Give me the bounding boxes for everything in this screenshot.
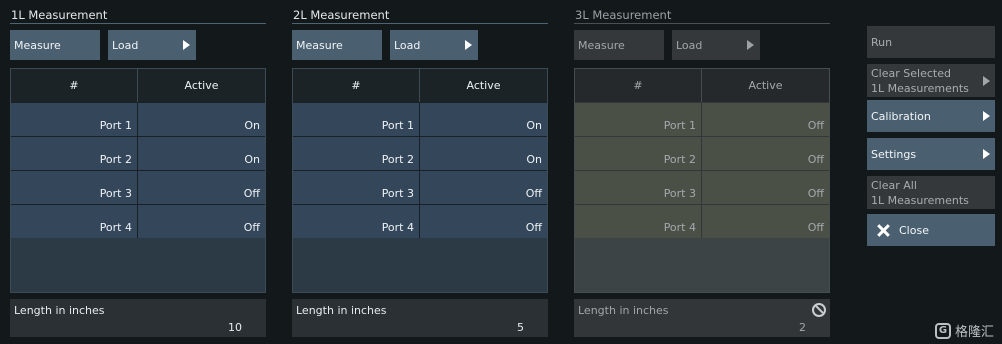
length-label: Length in inches xyxy=(578,304,669,317)
table-row: Port 2 Off xyxy=(575,136,829,170)
load-button-label: Load xyxy=(112,38,139,52)
column-header-number: # xyxy=(293,69,420,102)
chevron-right-icon xyxy=(465,40,472,50)
length-value[interactable]: 10 xyxy=(228,321,242,334)
port-cell: Port 1 xyxy=(11,103,138,136)
load-button[interactable]: Load xyxy=(390,30,478,60)
close-label: Close xyxy=(899,223,929,237)
table-row[interactable]: Port 2 On xyxy=(11,136,265,170)
length-label: Length in inches xyxy=(296,304,387,317)
close-icon xyxy=(877,224,890,237)
panel-title: 3L Measurement xyxy=(574,8,830,24)
watermark-logo-icon: G xyxy=(934,322,951,339)
column-header-active: Active xyxy=(702,69,829,102)
clear-all-label-line1: Clear All xyxy=(871,178,917,192)
watermark: G 格隆汇 xyxy=(934,321,994,340)
watermark-text: 格隆汇 xyxy=(954,325,994,340)
measure-button[interactable]: Measure xyxy=(10,30,100,60)
run-button: Run xyxy=(867,26,995,58)
chevron-right-icon xyxy=(983,75,990,86)
table-row[interactable]: Port 1 On xyxy=(293,102,547,136)
measure-button: Measure xyxy=(574,30,664,60)
port-cell: Port 3 xyxy=(575,171,702,204)
measure-button-label: Measure xyxy=(578,38,625,52)
close-button[interactable]: Close xyxy=(867,214,995,246)
panel-3l-measurement: 3L Measurement Measure Load # Active Por… xyxy=(574,8,830,337)
state-cell: Off xyxy=(702,137,829,170)
port-cell: Port 4 xyxy=(575,205,702,238)
load-button-label: Load xyxy=(676,38,703,52)
port-cell: Port 4 xyxy=(11,205,138,238)
clear-selected-label-line2: 1L Measurements xyxy=(871,81,969,95)
port-cell: Port 2 xyxy=(575,137,702,170)
load-button: Load xyxy=(672,30,760,60)
clear-all-label-line2: 1L Measurements xyxy=(871,193,969,207)
measure-button[interactable]: Measure xyxy=(292,30,382,60)
table-row[interactable]: Port 3 Off xyxy=(11,170,265,204)
column-header-number: # xyxy=(575,69,702,102)
clear-selected-button: Clear Selected 1L Measurements xyxy=(867,64,995,97)
port-cell: Port 4 xyxy=(293,205,420,238)
column-header-number: # xyxy=(11,69,138,102)
no-entry-icon xyxy=(812,303,826,317)
load-button-label: Load xyxy=(394,38,421,52)
chevron-right-icon xyxy=(183,40,190,50)
ports-table: # Active Port 1 On Port 2 On Port 3 Off Por… xyxy=(10,68,266,293)
state-cell[interactable]: On xyxy=(420,103,547,136)
panel-title: 2L Measurement xyxy=(292,8,548,24)
panel-title: 1L Measurement xyxy=(10,8,266,24)
panel-2l-measurement: 2L Measurement Measure Load # Active Por… xyxy=(292,8,548,337)
chevron-right-icon xyxy=(983,111,990,121)
state-cell[interactable]: On xyxy=(420,137,547,170)
settings-button[interactable]: Settings xyxy=(867,138,995,170)
table-row: Port 4 Off xyxy=(575,204,829,238)
port-cell: Port 2 xyxy=(293,137,420,170)
measure-button-label: Measure xyxy=(296,38,343,52)
side-toolbar: Run Clear Selected 1L Measurements Calib… xyxy=(867,26,995,246)
port-cell: Port 1 xyxy=(293,103,420,136)
load-button[interactable]: Load xyxy=(108,30,196,60)
table-row[interactable]: Port 4 Off xyxy=(293,204,547,238)
state-cell[interactable]: Off xyxy=(420,171,547,204)
chevron-right-icon xyxy=(983,149,990,159)
state-cell: Off xyxy=(702,171,829,204)
table-row[interactable]: Port 3 Off xyxy=(293,170,547,204)
state-cell: Off xyxy=(702,103,829,136)
port-cell: Port 3 xyxy=(293,171,420,204)
measure-button-label: Measure xyxy=(14,38,61,52)
panel-1l-measurement: 1L Measurement Measure Load # Active Por… xyxy=(10,8,266,337)
length-label: Length in inches xyxy=(14,304,105,317)
ports-table: # Active Port 1 On Port 2 On Port 3 Off Por… xyxy=(292,68,548,293)
table-row[interactable]: Port 2 On xyxy=(293,136,547,170)
table-row: Port 3 Off xyxy=(575,170,829,204)
port-cell: Port 3 xyxy=(11,171,138,204)
chevron-right-icon xyxy=(747,40,754,50)
length-value: 2 xyxy=(799,321,806,334)
length-field: Length in inches 2 xyxy=(574,299,830,337)
state-cell[interactable]: On xyxy=(138,103,265,136)
ports-table: # Active Port 1 Off Port 2 Off Port 3 Off P… xyxy=(574,68,830,293)
calibration-label: Calibration xyxy=(871,109,931,123)
clear-all-button: Clear All 1L Measurements xyxy=(867,176,995,209)
clear-selected-label-line1: Clear Selected xyxy=(871,66,951,80)
state-cell: Off xyxy=(702,205,829,238)
column-header-active: Active xyxy=(138,69,265,102)
calibration-button[interactable]: Calibration xyxy=(867,100,995,132)
table-row[interactable]: Port 1 On xyxy=(11,102,265,136)
table-row: Port 1 Off xyxy=(575,102,829,136)
state-cell[interactable]: Off xyxy=(138,205,265,238)
length-field[interactable]: Length in inches 10 xyxy=(10,299,266,337)
settings-label: Settings xyxy=(871,147,917,161)
port-cell: Port 2 xyxy=(11,137,138,170)
state-cell[interactable]: On xyxy=(138,137,265,170)
port-cell: Port 1 xyxy=(575,103,702,136)
state-cell[interactable]: Off xyxy=(420,205,547,238)
state-cell[interactable]: Off xyxy=(138,171,265,204)
column-header-active: Active xyxy=(420,69,547,102)
length-value[interactable]: 5 xyxy=(517,321,524,334)
table-row[interactable]: Port 4 Off xyxy=(11,204,265,238)
run-button-label: Run xyxy=(871,35,893,49)
length-field[interactable]: Length in inches 5 xyxy=(292,299,548,337)
